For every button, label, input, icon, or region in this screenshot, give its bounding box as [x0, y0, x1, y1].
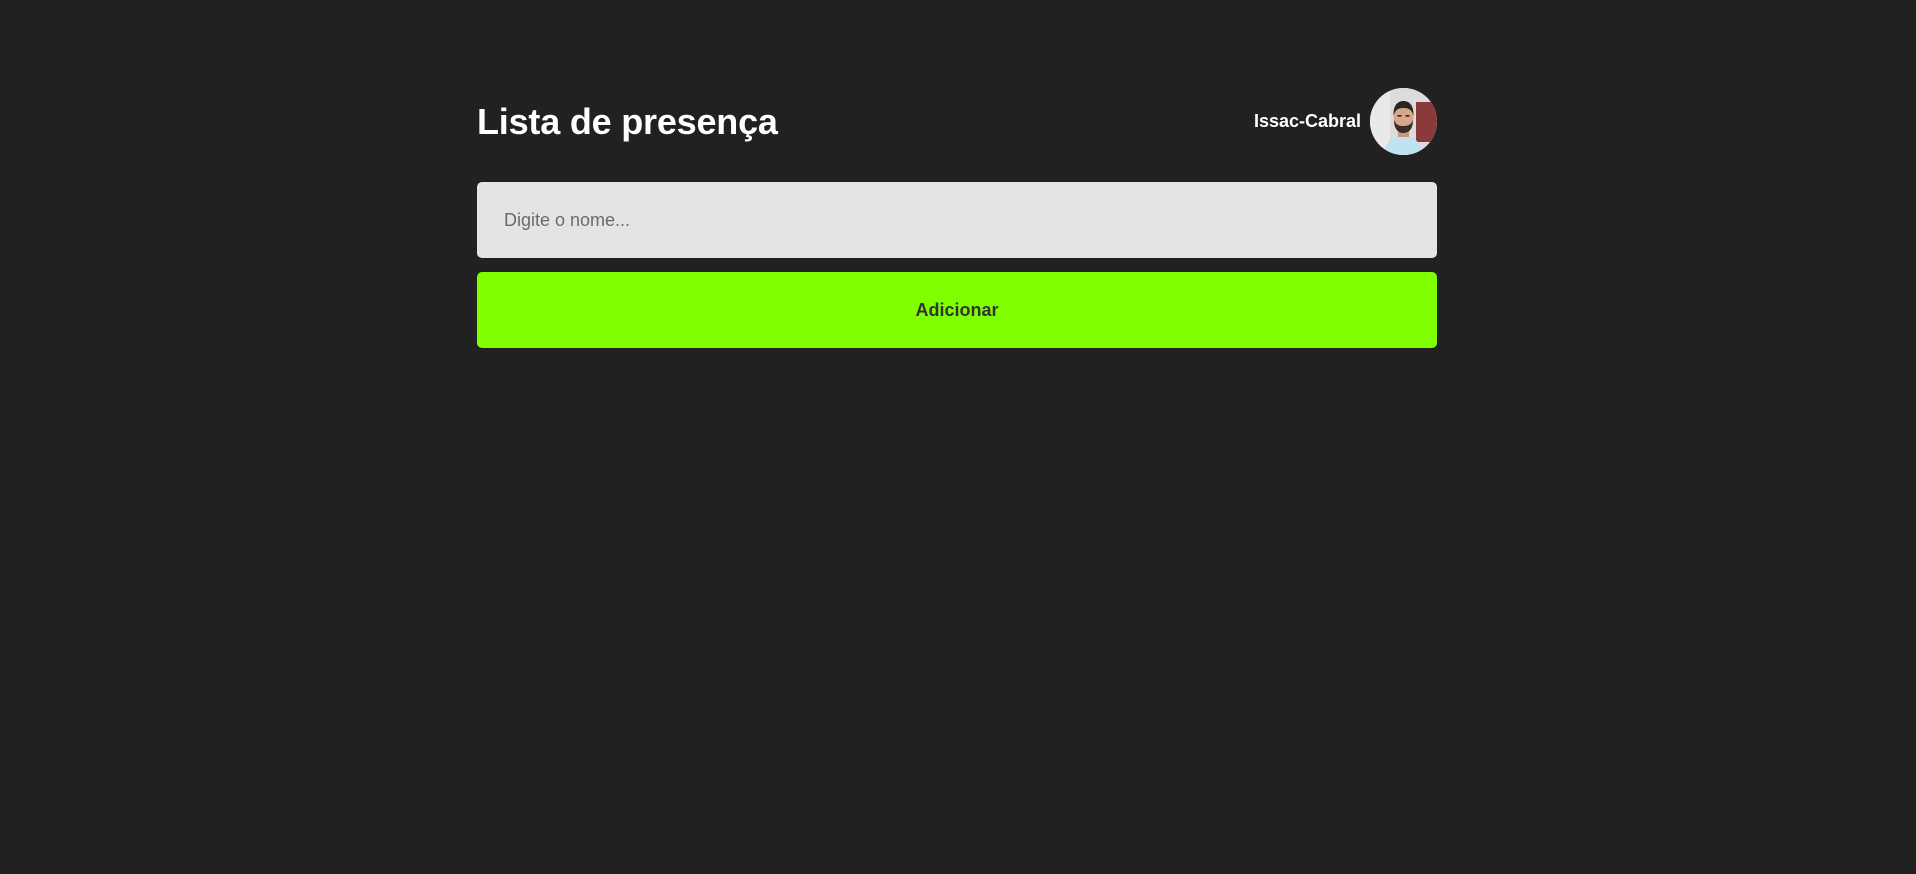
user-profile: Issac-Cabral: [1254, 88, 1437, 155]
name-input[interactable]: [477, 182, 1437, 258]
avatar: [1370, 88, 1437, 155]
page-title: Lista de presença: [477, 100, 778, 142]
app-container: Lista de presença Issac-Cabral A: [477, 88, 1437, 348]
add-button[interactable]: Adicionar: [477, 272, 1437, 348]
user-photo-icon: [1370, 88, 1437, 155]
page-header: Lista de presença Issac-Cabral: [477, 88, 1437, 155]
user-name: Issac-Cabral: [1253, 111, 1361, 131]
